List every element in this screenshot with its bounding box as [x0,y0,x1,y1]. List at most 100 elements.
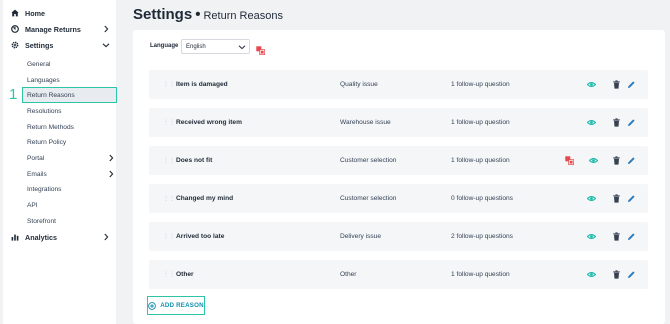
gear-icon [11,41,19,49]
reason-followups: 1 follow-up question [451,81,510,88]
reason-followups: 1 follow-up question [451,119,510,126]
reason-category: Other [340,271,357,278]
chevron-right-icon [107,170,115,178]
sidebar-item-analytics[interactable]: Analytics [3,230,116,244]
reason-name: Item is damaged [176,81,228,88]
eye-icon[interactable] [587,80,596,89]
drag-handle-icon[interactable]: ⋮⋮ [163,271,175,278]
sidebar-item-label: Return Methods [27,123,74,131]
language-select[interactable]: English [181,39,250,54]
translate-icon[interactable] [256,42,266,56]
returns-icon [11,25,19,33]
reason-name: Other [176,271,194,278]
reason-row[interactable]: ⋮⋮ Other Other 1 follow-up question [149,260,648,289]
sidebar-item-storefront[interactable]: Storefront [24,214,114,228]
sidebar-item-return-methods[interactable]: Return Methods [24,120,114,134]
sidebar-item-label: Analytics [25,232,57,242]
add-reason-label: ADD REASON [160,302,204,309]
sidebar-item-label: API [27,201,38,209]
sidebar-item-resolutions[interactable]: Resolutions [24,104,114,118]
reason-row[interactable]: ⋮⋮ Item is damaged Quality issue 1 follo… [149,70,648,99]
sidebar-item-label: Settings [25,40,54,50]
reason-followups: 1 follow-up question [451,271,510,278]
sidebar-item-home[interactable]: Home [3,6,116,20]
sidebar-item-label: Return Reasons [27,91,75,99]
edit-icon[interactable] [627,194,636,203]
chevron-right-icon [102,233,110,241]
chevron-right-icon [107,154,115,162]
edit-icon[interactable] [627,118,636,127]
sidebar-item-languages[interactable]: Languages [24,73,114,87]
drag-handle-icon[interactable]: ⋮⋮ [163,195,175,202]
sidebar-item-integrations[interactable]: Integrations [24,182,114,196]
chevron-down-icon [238,43,246,51]
edit-icon[interactable] [627,270,636,279]
add-reason-button[interactable]: ADD REASON [147,296,205,315]
sidebar-item-label: Home [25,8,45,18]
trash-icon[interactable] [612,270,621,279]
drag-handle-icon[interactable]: ⋮⋮ [163,157,175,164]
trash-icon[interactable] [612,156,621,165]
sidebar-item-label: General [27,60,51,68]
edit-icon[interactable] [627,156,636,165]
page-title: Settings • Return Reasons [133,6,283,23]
title-separator: • [195,6,201,23]
drag-handle-icon[interactable]: ⋮⋮ [163,233,175,240]
trash-icon[interactable] [612,80,621,89]
drag-handle-icon[interactable]: ⋮⋮ [163,81,175,88]
drag-handle-icon[interactable]: ⋮⋮ [163,119,175,126]
page-title-main: Settings [133,6,193,23]
sidebar-item-emails[interactable]: Emails [24,167,114,181]
reason-name: Arrived too late [176,233,225,240]
sidebar-item-label: Integrations [27,185,62,193]
reason-name: Does not fit [176,157,213,164]
trash-icon[interactable] [612,118,621,127]
sidebar-item-return-reasons[interactable]: Return Reasons [22,87,117,103]
eye-icon[interactable] [587,194,596,203]
reason-row[interactable]: ⋮⋮ Does not fit Customer selection 1 fol… [149,146,648,175]
trash-icon[interactable] [612,194,621,203]
sidebar-item-portal[interactable]: Portal [24,151,114,165]
reason-followups: 1 follow-up question [451,157,510,164]
edit-icon[interactable] [627,80,636,89]
eye-icon[interactable] [587,232,596,241]
sidebar-item-label: Manage Returns [25,24,81,34]
sidebar-item-api[interactable]: API [24,198,114,212]
sidebar-item-label: Portal [27,154,45,162]
reason-category: Customer selection [340,195,397,202]
reason-name: Changed my mind [176,195,234,202]
chevron-down-icon [102,41,110,49]
analytics-icon [11,233,19,241]
reason-row[interactable]: ⋮⋮ Changed my mind Customer selection 0 … [149,184,648,213]
page-subtitle: Return Reasons [203,10,283,22]
translate-icon[interactable] [565,156,574,165]
trash-icon[interactable] [612,232,621,241]
reason-followups: 2 follow-up questions [451,233,513,240]
reason-category: Delivery issue [340,233,382,240]
eye-icon[interactable] [589,156,598,165]
home-icon [11,9,19,17]
sidebar-item-label: Return Policy [27,138,67,146]
reason-category: Warehouse issue [340,119,391,126]
sidebar-item-return-policy[interactable]: Return Policy [24,135,114,149]
reason-name: Received wrong item [176,119,242,126]
plus-circle-icon [148,301,157,310]
sidebar-item-label: Storefront [27,217,56,225]
eye-icon[interactable] [587,270,596,279]
sidebar: Home Manage Returns Settings General Lan… [3,0,117,324]
sidebar-item-general[interactable]: General [24,57,114,71]
language-label: Language [150,43,179,49]
chevron-right-icon [102,25,110,33]
reason-row[interactable]: ⋮⋮ Received wrong item Warehouse issue 1… [149,108,648,137]
sidebar-item-settings[interactable]: Settings [3,38,116,52]
language-select-value: English [186,43,206,50]
edit-icon[interactable] [627,232,636,241]
reason-row[interactable]: ⋮⋮ Arrived too late Delivery issue 2 fol… [149,222,648,251]
sidebar-item-manage-returns[interactable]: Manage Returns [3,22,116,36]
sidebar-item-label: Languages [27,76,60,84]
reason-followups: 0 follow-up questions [451,195,513,202]
sidebar-item-label: Resolutions [27,107,62,115]
sidebar-item-label: Emails [27,170,47,178]
eye-icon[interactable] [587,118,596,127]
reason-category: Quality issue [340,81,378,88]
